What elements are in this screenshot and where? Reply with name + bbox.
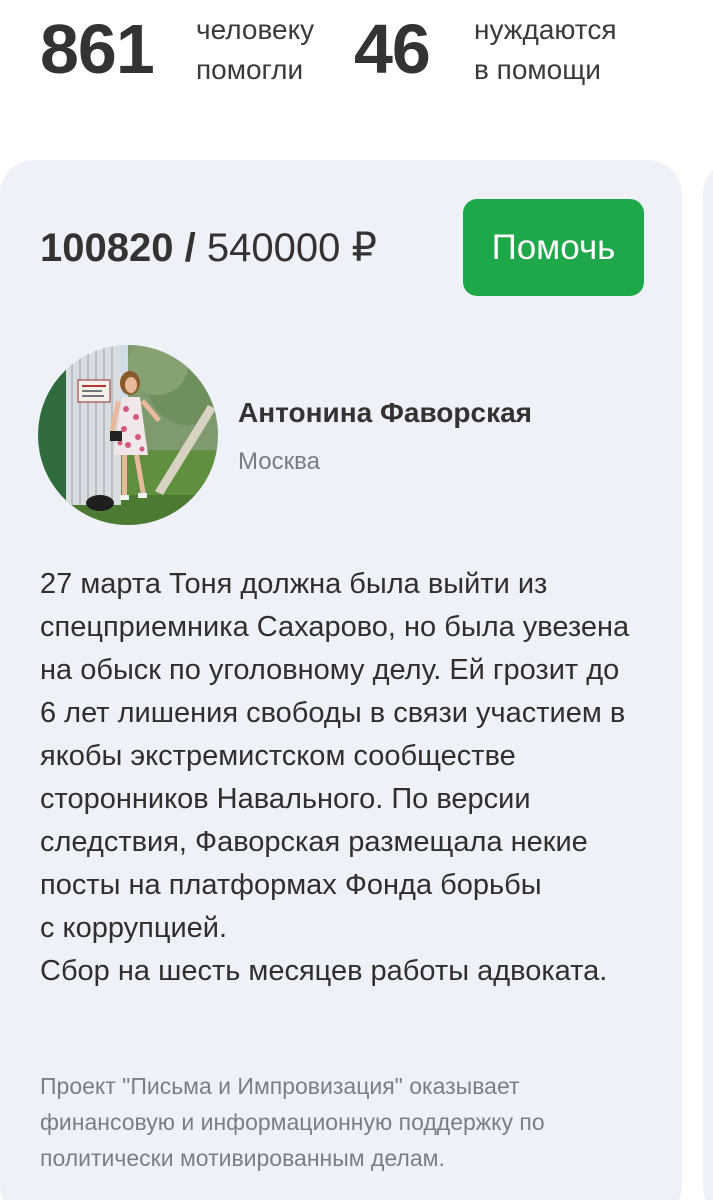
helped-count: 861 — [40, 10, 155, 88]
page: 861 человеку помогли 46 нуждаются в помо… — [0, 0, 713, 1200]
description-line: на обыск по уголовному делу. Ей грозит д… — [40, 654, 620, 686]
fundraising-amount: 100820 / 540000 ₽ — [40, 224, 377, 272]
person-photo-icon — [38, 345, 218, 525]
description-line: Сбор на шесть месяцев работы адвоката. — [40, 955, 608, 987]
description-line: якобы экстремистском сообществе — [40, 740, 516, 772]
person-city: Москва — [238, 448, 320, 475]
stats-header: 861 человеку помогли 46 нуждаются в помо… — [0, 0, 713, 100]
need-help-label-line2: в помощи — [474, 54, 601, 85]
project-footer-note: Проект "Письма и Импровизация" оказывает… — [40, 1068, 660, 1176]
footer-line: Проект "Письма и Импровизация" оказывает — [40, 1073, 520, 1099]
person-name: Антонина Фаворская — [238, 397, 532, 428]
amount-collected: 100820 — [40, 226, 174, 270]
helped-label: человеку помогли — [196, 10, 314, 90]
description-line: сторонников Навального. По версии — [40, 783, 531, 815]
description-line: с коррупцией. — [40, 912, 228, 944]
need-help-label: нуждаются в помощи — [474, 10, 616, 90]
help-button[interactable]: Помочь — [463, 199, 644, 296]
amount-goal: 540000 ₽ — [206, 226, 377, 270]
description-line: посты на платформах Фонда борьбы — [40, 869, 542, 901]
description-line: 27 марта Тоня должна была выйти из — [40, 568, 548, 600]
description-line: спецприемника Сахарово, но была увезена — [40, 611, 630, 643]
next-case-card-edge[interactable] — [703, 160, 713, 1200]
case-description: 27 марта Тоня должна была выйти из спецп… — [40, 563, 680, 993]
need-help-count: 46 — [354, 10, 431, 88]
helped-label-line1: человеку — [196, 14, 315, 45]
person-avatar[interactable] — [38, 345, 218, 525]
amount-separator: / — [184, 226, 196, 270]
helped-label-line2: помогли — [196, 54, 304, 85]
footer-line: финансовую и информационную поддержку по — [40, 1109, 545, 1135]
description-line: 6 лет лишения свободы в связи участием в — [40, 697, 626, 729]
need-help-label-line1: нуждаются — [474, 14, 617, 45]
description-line: следствия, Фаворская размещала некие — [40, 826, 588, 858]
footer-line: политически мотивированным делам. — [40, 1145, 445, 1171]
